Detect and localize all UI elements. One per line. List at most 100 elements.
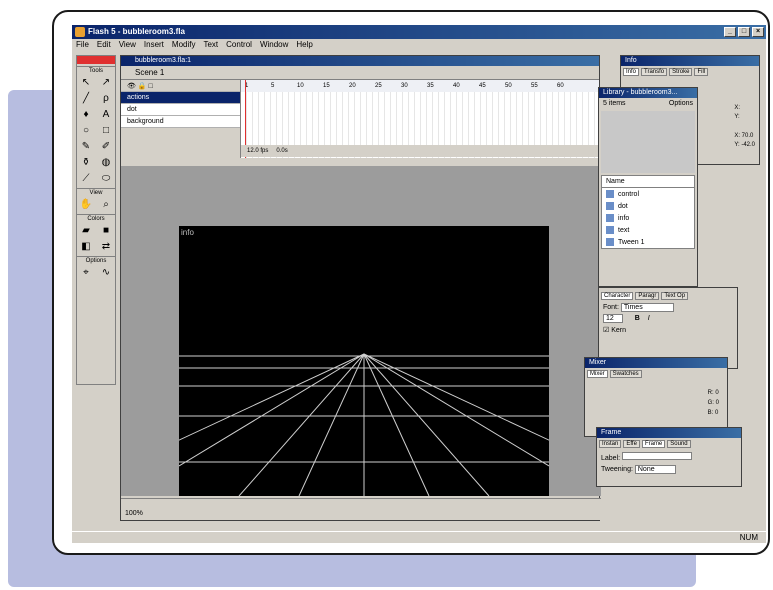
menu-window[interactable]: Window — [260, 39, 288, 51]
tab-text-options[interactable]: Text Op — [661, 292, 689, 300]
tab-mixer[interactable]: Mixer — [587, 370, 608, 378]
red-field[interactable]: 0 — [715, 390, 718, 396]
scene-bar: Scene 1 — [121, 66, 599, 80]
library-item-text[interactable]: text — [602, 224, 694, 236]
lasso-tool-icon[interactable]: ρ — [97, 92, 115, 106]
arrow-tool-icon[interactable]: ↖ — [77, 76, 95, 90]
zoom-tool-icon[interactable]: ⌕ — [97, 198, 115, 212]
kern-checkbox[interactable]: ☑ — [603, 327, 609, 334]
italic-button[interactable]: I — [648, 315, 650, 322]
blue-field[interactable]: 0 — [715, 410, 718, 416]
layer-row-actions[interactable]: actions — [121, 92, 240, 104]
library-item-tween-1[interactable]: Tween 1 — [602, 236, 694, 248]
graphic-symbol-icon — [606, 238, 614, 246]
menu-file[interactable]: File — [76, 39, 89, 51]
tab-instance[interactable]: Instan — [599, 440, 622, 448]
tab-frame[interactable]: Frame — [641, 440, 666, 448]
tab-stroke[interactable]: Stroke — [669, 68, 693, 76]
tab-info[interactable]: Info — [623, 68, 640, 76]
tab-sound[interactable]: Sound — [667, 440, 691, 448]
library-options[interactable]: Options — [669, 100, 693, 107]
font-size-field[interactable]: 12 — [603, 314, 623, 323]
line-tool-icon[interactable]: ╱ — [77, 92, 95, 106]
menu-insert[interactable]: Insert — [144, 39, 164, 51]
horizontal-scrollbar[interactable] — [121, 498, 601, 508]
status-bar: NUM — [72, 531, 766, 543]
green-field[interactable]: 0 — [716, 400, 719, 406]
subselect-tool-icon[interactable]: ↗ — [97, 76, 115, 90]
movieclip-icon — [606, 190, 614, 198]
library-item-control[interactable]: control — [602, 188, 694, 200]
menu-text[interactable]: Text — [203, 39, 218, 51]
menu-view[interactable]: View — [119, 39, 136, 51]
tweening-select[interactable]: None — [634, 465, 676, 474]
bold-button[interactable]: B — [635, 315, 640, 322]
document-titlebar: bubbleroom3.fla:1 — [121, 56, 599, 66]
font-label: Font: — [603, 304, 619, 311]
layer-name: actions — [127, 94, 150, 101]
tab-swatches[interactable]: Swatches — [609, 370, 642, 378]
info-x-label: X: — [734, 105, 740, 111]
menu-modify[interactable]: Modify — [172, 39, 196, 51]
zoom-select[interactable]: 100% — [125, 510, 143, 517]
oval-tool-icon[interactable]: ○ — [77, 124, 95, 138]
label-field[interactable] — [622, 452, 693, 460]
smooth-option-icon[interactable]: ∿ — [97, 266, 115, 280]
tweening-label: Tweening: — [601, 466, 633, 473]
dropper-tool-icon[interactable]: ⟋ — [77, 172, 95, 186]
layer-row-background[interactable]: background — [121, 116, 240, 128]
eraser-tool-icon[interactable]: ⬭ — [97, 172, 115, 186]
tab-paragraph[interactable]: Paragr — [635, 292, 660, 300]
mixer-panel: Mixer Mixer Swatches R: 0 G: 0 B: 0 — [584, 357, 728, 437]
stage-area: info — [121, 166, 601, 496]
snap-option-icon[interactable]: ⌖ — [77, 266, 95, 280]
tab-effect[interactable]: Effe — [623, 440, 640, 448]
pencil-tool-icon[interactable]: ✎ — [77, 140, 95, 154]
text-tool-icon[interactable]: A — [97, 108, 115, 122]
flash-app-icon — [75, 27, 85, 37]
tab-character[interactable]: Character — [601, 292, 634, 300]
ink-bottle-icon[interactable]: ⚱ — [77, 156, 95, 170]
mixer-title: Mixer — [585, 358, 727, 368]
layer-list: 👁 🔒 □ actions dot background — [121, 80, 241, 158]
ruler-50: 50 — [505, 83, 512, 89]
toolbox-panel: Tools ↖ ↗ ╱ ρ ♦ A ○ □ ✎ ✐ ⚱ ◍ ⟋ ⬭ View ✋… — [76, 55, 116, 385]
hand-tool-icon[interactable]: ✋ — [77, 198, 95, 212]
rectangle-tool-icon[interactable]: □ — [97, 124, 115, 138]
library-preview — [601, 111, 695, 173]
stroke-color-icon[interactable]: ▰ — [77, 224, 95, 238]
minimize-button[interactable]: _ — [724, 27, 736, 37]
layer-name: dot — [127, 106, 137, 113]
library-item-dot[interactable]: dot — [602, 200, 694, 212]
paint-bucket-icon[interactable]: ◍ — [97, 156, 115, 170]
layer-row-dot[interactable]: dot — [121, 104, 240, 116]
swap-colors-icon[interactable]: ⇄ — [97, 240, 115, 254]
close-button[interactable]: × — [752, 27, 764, 37]
item-label: dot — [618, 202, 628, 210]
menu-control[interactable]: Control — [226, 39, 252, 51]
tab-fill[interactable]: Fill — [694, 68, 709, 76]
window-title: Flash 5 - bubbleroom3.fla — [88, 27, 185, 36]
cursor-y: Y: -42.0 — [734, 142, 755, 148]
ruler-15: 15 — [323, 83, 330, 89]
library-item-info[interactable]: info — [602, 212, 694, 224]
maximize-button[interactable]: □ — [738, 27, 750, 37]
menu-help[interactable]: Help — [296, 39, 312, 51]
green-label: G: — [707, 400, 714, 406]
ruler-30: 30 — [401, 83, 408, 89]
eye-icon[interactable]: 👁 🔒 □ — [127, 82, 153, 90]
red-label: R: — [707, 390, 714, 396]
brush-tool-icon[interactable]: ✐ — [97, 140, 115, 154]
font-select[interactable]: Times — [620, 303, 674, 312]
ruler-5: 5 — [271, 83, 275, 89]
fill-color-icon[interactable]: ■ — [97, 224, 115, 238]
tab-transform[interactable]: Transfo — [641, 68, 668, 76]
scene-name[interactable]: Scene 1 — [135, 68, 164, 77]
pen-tool-icon[interactable]: ♦ — [77, 108, 95, 122]
ruler-20: 20 — [349, 83, 356, 89]
menu-edit[interactable]: Edit — [97, 39, 111, 51]
item-label: text — [618, 226, 630, 234]
stage[interactable]: info — [179, 226, 549, 496]
default-colors-icon[interactable]: ◧ — [77, 240, 95, 254]
document-bottombar: 100% — [121, 508, 601, 520]
